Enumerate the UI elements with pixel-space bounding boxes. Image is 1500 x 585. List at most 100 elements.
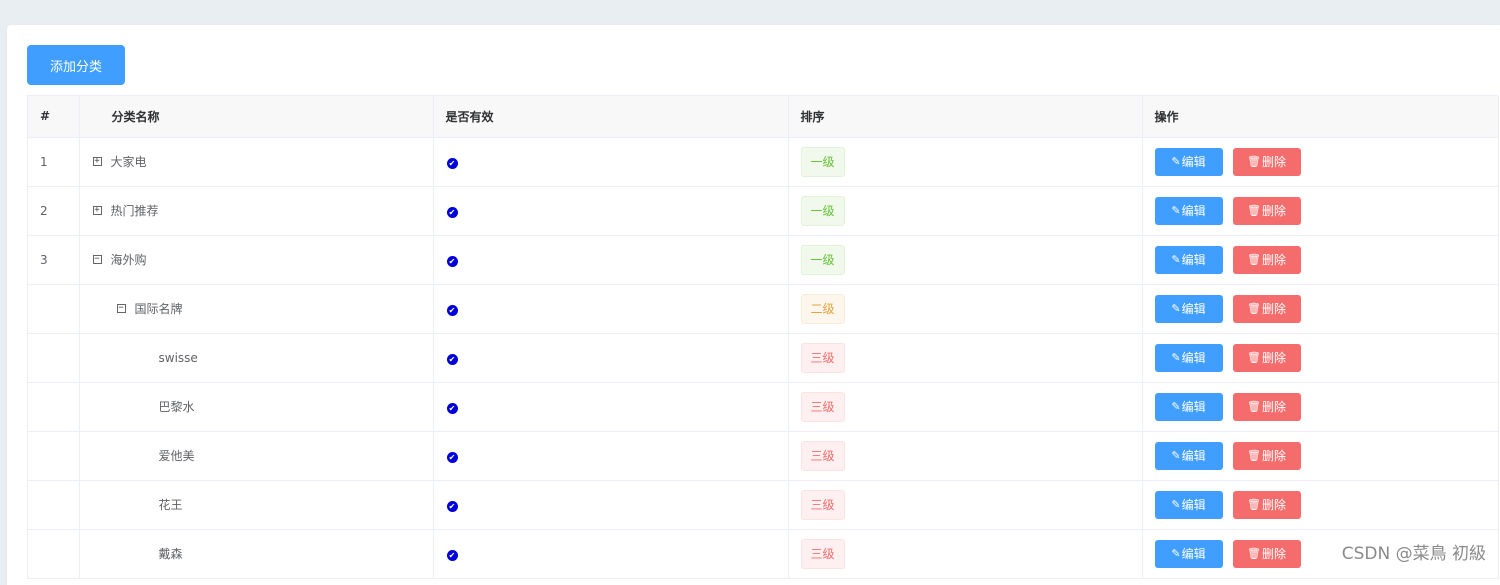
row-ops-cell: ✎ 编辑 🗑 删除 — [1142, 382, 1499, 432]
row-ops-cell: ✎ 编辑 🗑 删除 — [1142, 137, 1499, 187]
delete-button[interactable]: 🗑 删除 — [1232, 294, 1301, 323]
delete-button[interactable]: 🗑 删除 — [1232, 147, 1301, 176]
delete-label: 删除 — [1261, 498, 1286, 512]
delete-button[interactable]: 🗑 删除 — [1232, 343, 1301, 372]
row-valid-cell: ✔ — [433, 137, 789, 187]
row-sort-cell: 一级 — [788, 186, 1143, 236]
edit-label: 编辑 — [1181, 449, 1206, 463]
table-row: 花王 ✔ 三级 ✎ 编辑 🗑 删除 — [28, 480, 1499, 530]
edit-label: 编辑 — [1181, 498, 1206, 512]
expand-icon[interactable]: + — [92, 206, 102, 215]
edit-button[interactable]: ✎ 编辑 — [1154, 539, 1223, 568]
edit-label: 编辑 — [1181, 253, 1206, 267]
delete-label: 删除 — [1261, 400, 1286, 414]
row-name-cell: − 国际名牌 — [79, 284, 434, 334]
edit-button[interactable]: ✎ 编辑 — [1154, 196, 1223, 225]
check-circle-icon: ✔ — [446, 402, 458, 414]
edit-button[interactable]: ✎ 编辑 — [1154, 245, 1223, 274]
row-valid-cell: ✔ — [433, 284, 789, 334]
delete-label: 删除 — [1261, 302, 1286, 316]
delete-button[interactable]: 🗑 删除 — [1232, 490, 1301, 519]
row-name-cell: swisse — [79, 333, 434, 383]
row-sort-cell: 一级 — [788, 137, 1143, 187]
header-name: 分类名称 — [79, 96, 434, 138]
category-name: 巴黎水 — [158, 400, 195, 414]
row-ops-cell: ✎ 编辑 🗑 删除 — [1142, 431, 1499, 481]
delete-button[interactable]: 🗑 删除 — [1232, 196, 1301, 225]
row-index: 2 — [28, 186, 80, 236]
delete-label: 删除 — [1261, 204, 1286, 218]
header-ops: 操作 — [1142, 96, 1499, 138]
row-ops-cell: ✎ 编辑 🗑 删除 — [1142, 186, 1499, 236]
check-circle-icon: ✔ — [446, 451, 458, 463]
row-index — [28, 382, 80, 432]
edit-label: 编辑 — [1181, 302, 1206, 316]
edit-icon: ✎ — [1171, 547, 1181, 560]
table-row: 巴黎水 ✔ 三级 ✎ 编辑 🗑 删除 — [28, 382, 1499, 432]
edit-label: 编辑 — [1181, 155, 1206, 169]
category-name: 海外购 — [110, 253, 147, 267]
delete-label: 删除 — [1261, 253, 1286, 267]
delete-icon: 🗑 — [1247, 302, 1261, 315]
row-index — [28, 284, 80, 334]
level-tag: 一级 — [800, 146, 845, 177]
category-name: 大家电 — [110, 155, 147, 169]
row-name-cell: + 大家电 — [79, 137, 434, 187]
delete-icon: 🗑 — [1247, 400, 1261, 413]
category-name: 爱他美 — [158, 449, 195, 463]
category-name: 国际名牌 — [134, 302, 183, 316]
edit-button[interactable]: ✎ 编辑 — [1154, 441, 1223, 470]
check-circle-icon: ✔ — [446, 304, 458, 316]
row-index: 3 — [28, 235, 80, 285]
edit-button[interactable]: ✎ 编辑 — [1154, 343, 1223, 372]
check-circle-icon: ✔ — [446, 353, 458, 365]
edit-button[interactable]: ✎ 编辑 — [1154, 392, 1223, 421]
delete-button[interactable]: 🗑 删除 — [1232, 539, 1301, 568]
edit-button[interactable]: ✎ 编辑 — [1154, 490, 1223, 519]
level-tag: 一级 — [800, 195, 845, 226]
row-valid-cell: ✔ — [433, 529, 789, 579]
row-name-cell: + 热门推荐 — [79, 186, 434, 236]
row-name-cell: − 海外购 — [79, 235, 434, 285]
check-circle-icon: ✔ — [446, 255, 458, 267]
row-valid-cell: ✔ — [433, 186, 789, 236]
delete-label: 删除 — [1261, 351, 1286, 365]
row-valid-cell: ✔ — [433, 480, 789, 530]
edit-icon: ✎ — [1171, 253, 1181, 266]
add-category-button[interactable]: 添加分类 — [27, 45, 125, 85]
header-index: # — [28, 96, 80, 138]
category-name: swisse — [158, 350, 198, 365]
edit-icon: ✎ — [1171, 351, 1181, 364]
delete-button[interactable]: 🗑 删除 — [1232, 245, 1301, 274]
level-tag: 一级 — [800, 244, 845, 275]
edit-label: 编辑 — [1181, 547, 1206, 561]
row-index — [28, 431, 80, 481]
edit-icon: ✎ — [1171, 498, 1181, 511]
row-name-cell: 花王 — [79, 480, 434, 530]
delete-button[interactable]: 🗑 删除 — [1232, 441, 1301, 470]
delete-icon: 🗑 — [1247, 498, 1261, 511]
check-circle-icon: ✔ — [446, 206, 458, 218]
level-tag: 三级 — [800, 391, 845, 422]
edit-icon: ✎ — [1171, 449, 1181, 462]
edit-label: 编辑 — [1181, 351, 1206, 365]
edit-button[interactable]: ✎ 编辑 — [1154, 147, 1223, 176]
header-sort: 排序 — [788, 96, 1143, 138]
expand-icon[interactable]: + — [92, 157, 102, 166]
level-tag: 三级 — [800, 440, 845, 471]
table-header-row: # 分类名称 是否有效 排序 操作 — [28, 96, 1499, 138]
delete-label: 删除 — [1261, 547, 1286, 561]
delete-icon: 🗑 — [1247, 253, 1261, 266]
edit-icon: ✎ — [1171, 204, 1181, 217]
edit-button[interactable]: ✎ 编辑 — [1154, 294, 1223, 323]
delete-icon: 🗑 — [1247, 155, 1261, 168]
collapse-icon[interactable]: − — [92, 255, 102, 264]
delete-button[interactable]: 🗑 删除 — [1232, 392, 1301, 421]
category-name: 戴森 — [158, 547, 183, 561]
edit-label: 编辑 — [1181, 204, 1206, 218]
table-row: swisse ✔ 三级 ✎ 编辑 🗑 删除 — [28, 333, 1499, 383]
collapse-icon[interactable]: − — [116, 304, 126, 313]
delete-label: 删除 — [1261, 155, 1286, 169]
row-name-cell: 巴黎水 — [79, 382, 434, 432]
level-tag: 三级 — [800, 538, 845, 569]
